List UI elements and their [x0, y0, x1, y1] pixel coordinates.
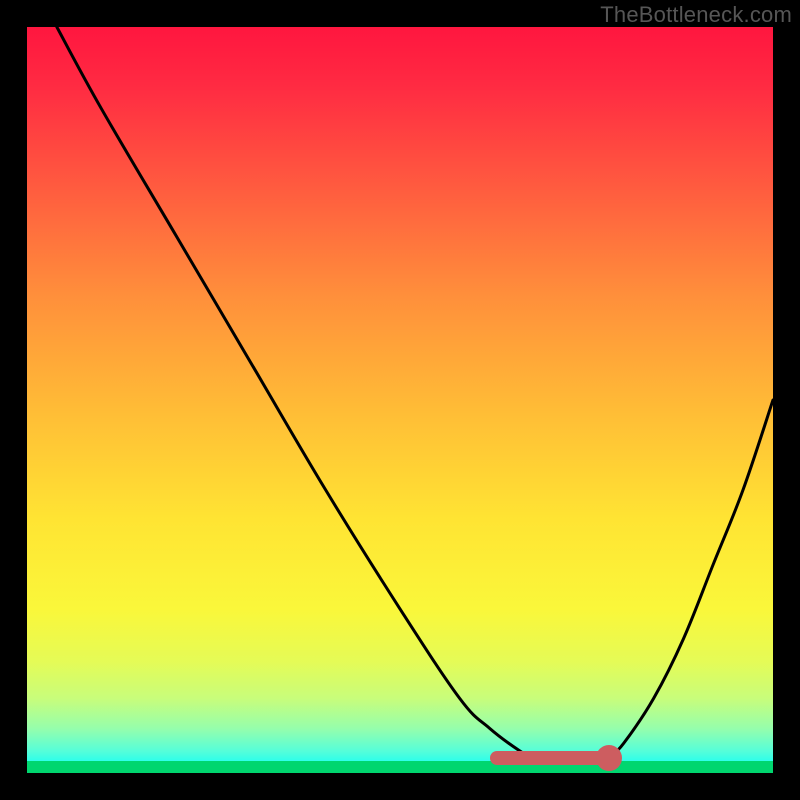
highlight-dot: [596, 745, 622, 771]
curve-right-branch: [609, 400, 773, 758]
chart-frame: TheBottleneck.com: [0, 0, 800, 800]
curve-left-branch: [57, 27, 549, 759]
plot-area: [27, 27, 773, 773]
curve-layer: [27, 27, 773, 773]
watermark-label: TheBottleneck.com: [600, 2, 792, 28]
highlight-segment: [490, 751, 609, 765]
